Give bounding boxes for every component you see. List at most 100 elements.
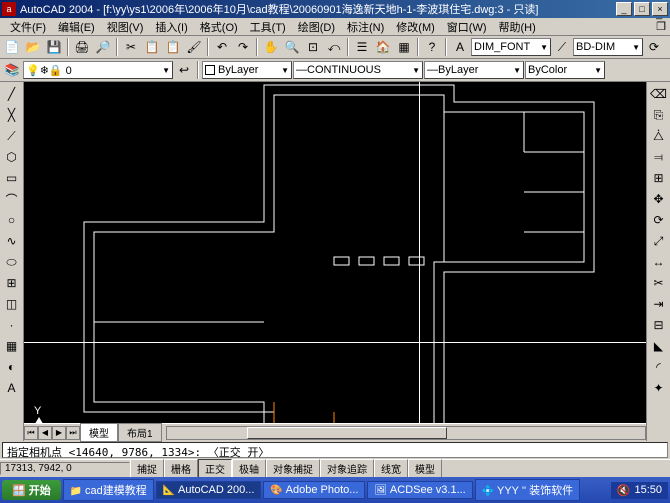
command-line[interactable]: 指定相机点 <14640, 9786, 1334>: 〈正交 开〉 <box>2 442 668 458</box>
hatch-icon[interactable]: ▦ <box>2 336 22 356</box>
copy-object-icon[interactable]: ⎘ <box>649 105 669 125</box>
insert-icon[interactable]: ⊞ <box>2 273 22 293</box>
otrack-button[interactable]: 对象追踪 <box>320 459 374 478</box>
offset-icon[interactable]: ⫤ <box>649 147 669 167</box>
menu-insert[interactable]: 插入(I) <box>149 18 193 36</box>
ellipse-icon[interactable]: ⬭ <box>2 252 22 272</box>
linetype-dropdown[interactable]: — CONTINUOUS▼ <box>293 61 423 79</box>
zoom-icon[interactable] <box>282 37 302 57</box>
properties-icon[interactable]: ☰ <box>352 37 372 57</box>
match-icon[interactable]: 🖌 <box>184 37 204 57</box>
print-icon[interactable] <box>72 37 92 57</box>
taskbar-item-1[interactable]: 📁 cad建模教程 <box>63 479 154 501</box>
spline-icon[interactable]: ∿ <box>2 231 22 251</box>
menu-help[interactable]: 帮助(H) <box>493 18 542 36</box>
snap-button[interactable]: 捕捉 <box>130 459 164 478</box>
line-icon[interactable]: ╱ <box>2 84 22 104</box>
menu-modify[interactable]: 修改(M) <box>390 18 441 36</box>
polygon-icon[interactable]: ⬡ <box>2 147 22 167</box>
dimfont-dropdown[interactable]: DIM_FONT▼ <box>471 38 551 56</box>
xline-icon[interactable]: ╳ <box>2 105 22 125</box>
taskbar-item-5[interactable]: 💠 YYY '' 装饰软件 <box>475 479 580 501</box>
tab-model[interactable]: 模型 <box>80 423 118 442</box>
color-dropdown[interactable]: ByLayer▼ <box>202 61 292 79</box>
trim-icon[interactable]: ✂ <box>649 273 669 293</box>
doc-restore-button[interactable]: ❐ <box>656 20 666 33</box>
menu-view[interactable]: 视图(V) <box>101 18 150 36</box>
chamfer-icon[interactable]: ◣ <box>649 336 669 356</box>
mirror-icon[interactable]: ⧊ <box>649 126 669 146</box>
dimstyle-dropdown[interactable]: BD-DIM▼ <box>573 38 643 56</box>
tab-next-icon[interactable]: ▶ <box>52 426 66 440</box>
copy-icon[interactable] <box>142 37 162 57</box>
tab-prev-icon[interactable]: ◀ <box>38 426 52 440</box>
menu-dimension[interactable]: 标注(N) <box>341 18 390 36</box>
ortho-button[interactable]: 正交 <box>198 459 232 478</box>
help-icon[interactable] <box>422 37 442 57</box>
stretch-icon[interactable]: ↔ <box>649 252 669 272</box>
erase-icon[interactable]: ⌫ <box>649 84 669 104</box>
tab-last-icon[interactable]: ⏭ <box>66 426 80 440</box>
pan-icon[interactable] <box>261 37 281 57</box>
menu-file[interactable]: 文件(F) <box>4 18 52 36</box>
taskbar-item-4[interactable]: 🖼 ACDSee v3.1... <box>367 481 472 499</box>
open-icon[interactable] <box>23 37 43 57</box>
system-tray[interactable]: 🔇15:50 <box>611 482 668 499</box>
move-icon[interactable]: ✥ <box>649 189 669 209</box>
lwt-button[interactable]: 线宽 <box>374 459 408 478</box>
grid-button[interactable]: 栅格 <box>164 459 198 478</box>
menu-edit[interactable]: 编辑(E) <box>52 18 101 36</box>
tab-layout1[interactable]: 布局1 <box>118 423 162 442</box>
array-icon[interactable]: ⊞ <box>649 168 669 188</box>
menu-tools[interactable]: 工具(T) <box>244 18 292 36</box>
region-icon[interactable]: ◐ <box>2 357 22 377</box>
cut-icon[interactable] <box>121 37 141 57</box>
point-icon[interactable]: · <box>2 315 22 335</box>
menu-draw[interactable]: 绘图(D) <box>292 18 341 36</box>
circle-icon[interactable]: ○ <box>2 210 22 230</box>
menu-format[interactable]: 格式(O) <box>194 18 244 36</box>
taskbar-item-3[interactable]: 🎨 Adobe Photo... <box>263 481 365 499</box>
plotstyle-dropdown[interactable]: ByColor▼ <box>525 61 605 79</box>
explode-icon[interactable]: ✦ <box>649 378 669 398</box>
layer-dropdown[interactable]: 💡❄🔒 0▼ <box>23 61 173 79</box>
rotate-icon[interactable]: ⟳ <box>649 210 669 230</box>
save-icon[interactable] <box>44 37 64 57</box>
minimize-button[interactable]: _ <box>616 2 632 16</box>
zoom-prev-icon[interactable]: ⤺ <box>324 37 344 57</box>
redo-icon[interactable] <box>233 37 253 57</box>
model-button[interactable]: 模型 <box>408 459 442 478</box>
break-icon[interactable]: ⊟ <box>649 315 669 335</box>
tool-palette-icon[interactable]: ▦ <box>394 37 414 57</box>
doc-minimize-button[interactable]: _ <box>656 8 666 20</box>
new-icon[interactable] <box>2 37 22 57</box>
hscrollbar[interactable] <box>166 426 646 440</box>
scale-icon[interactable]: ⤢ <box>649 231 669 251</box>
text-icon[interactable]: A <box>2 378 22 398</box>
dim-update-icon[interactable]: ⟳ <box>644 37 664 57</box>
dim-style-icon[interactable]: ⟋ <box>552 37 572 57</box>
menu-window[interactable]: 窗口(W) <box>441 18 493 36</box>
start-button[interactable]: 🪟 开始 <box>2 480 61 500</box>
dim-icon[interactable]: A <box>450 37 470 57</box>
layer-manager-icon[interactable]: 📚 <box>2 60 22 80</box>
block-icon[interactable]: ◫ <box>2 294 22 314</box>
extend-icon[interactable]: ⇥ <box>649 294 669 314</box>
drawing-canvas[interactable]: X Y <box>24 82 646 423</box>
layer-prev-icon[interactable]: ↩ <box>174 60 194 80</box>
maximize-button[interactable]: □ <box>634 2 650 16</box>
taskbar-item-2[interactable]: 📐 AutoCAD 200... <box>156 481 262 499</box>
design-center-icon[interactable]: 🏠 <box>373 37 393 57</box>
fillet-icon[interactable]: ◜ <box>649 357 669 377</box>
osnap-button[interactable]: 对象捕捉 <box>266 459 320 478</box>
lineweight-dropdown[interactable]: — ByLayer▼ <box>424 61 524 79</box>
arc-icon[interactable]: ⌒ <box>2 189 22 209</box>
polar-button[interactable]: 极轴 <box>232 459 266 478</box>
preview-icon[interactable]: 🔎 <box>93 37 113 57</box>
paste-icon[interactable] <box>163 37 183 57</box>
tab-first-icon[interactable]: ⏮ <box>24 426 38 440</box>
undo-icon[interactable] <box>212 37 232 57</box>
pline-icon[interactable]: ⟋ <box>2 126 22 146</box>
rectangle-icon[interactable]: ▭ <box>2 168 22 188</box>
zoom-window-icon[interactable]: ⊡ <box>303 37 323 57</box>
